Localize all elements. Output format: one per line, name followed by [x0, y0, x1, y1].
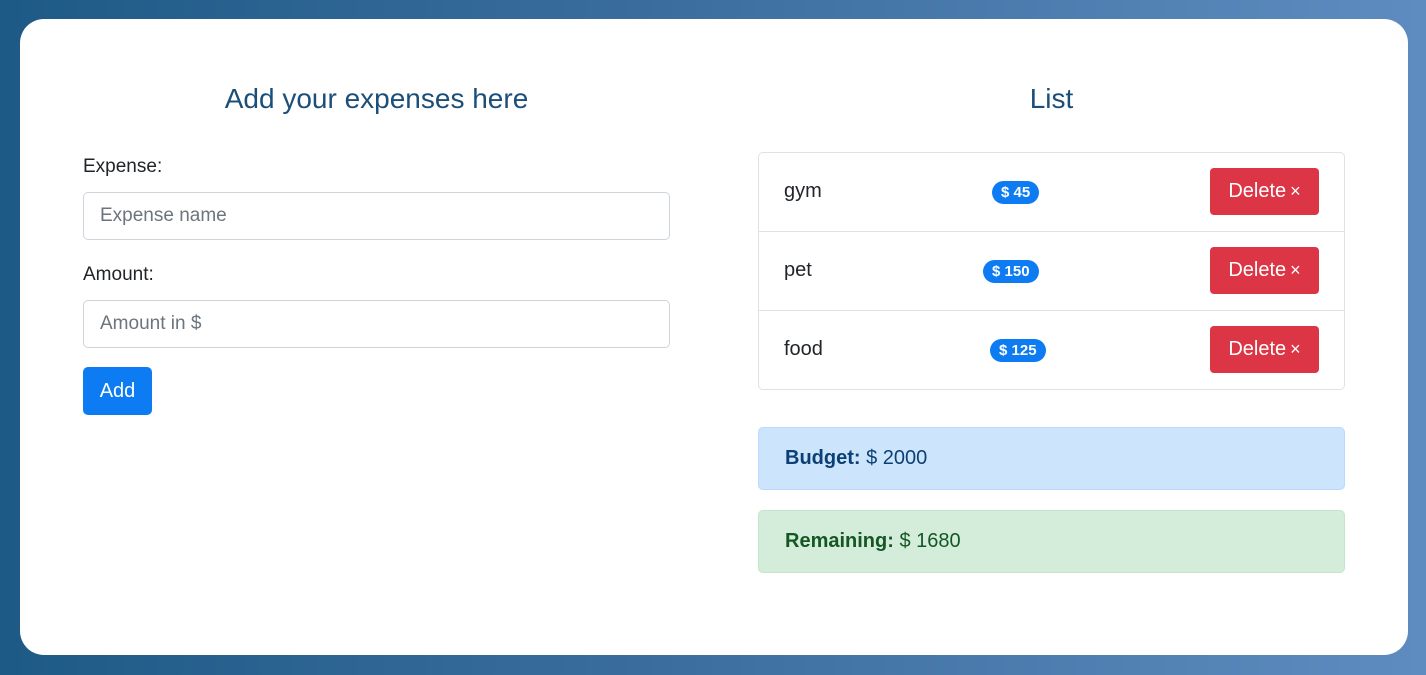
delete-label: Delete — [1228, 259, 1287, 281]
delete-button[interactable]: Delete × — [1210, 247, 1319, 294]
delete-button[interactable]: Delete × — [1210, 326, 1319, 373]
close-icon: × — [1290, 260, 1301, 280]
budget-label: Budget: — [785, 447, 861, 469]
list-item: food $ 125 Delete × — [759, 311, 1344, 389]
list-title: List — [1029, 83, 1074, 114]
budget-value: $ 2000 — [866, 447, 928, 469]
list-item: pet $ 150 Delete × — [759, 232, 1344, 311]
amount-badge: $ 45 — [992, 181, 1040, 204]
close-icon: × — [1290, 339, 1301, 359]
remaining-alert: Remaining: $ 1680 — [758, 510, 1345, 573]
form-title: Add your expenses here — [224, 83, 529, 114]
remaining-label: Remaining: — [785, 530, 894, 552]
delete-label: Delete — [1228, 338, 1287, 360]
amount-label: Amount: — [83, 264, 154, 285]
add-button[interactable]: Add — [83, 367, 152, 415]
delete-button[interactable]: Delete × — [1210, 168, 1319, 215]
item-name: gym — [784, 180, 822, 202]
remaining-value: $ 1680 — [899, 530, 961, 552]
list-item: gym $ 45 Delete × — [759, 153, 1344, 232]
amount-badge: $ 150 — [983, 260, 1039, 283]
amount-badge: $ 125 — [990, 339, 1046, 362]
expense-list: gym $ 45 Delete × pet $ 150 Delete × food … — [758, 152, 1345, 390]
expense-name-input[interactable] — [83, 192, 670, 240]
expense-card: Add your expenses here Expense: Amount: … — [20, 19, 1408, 655]
budget-alert: Budget: $ 2000 — [758, 427, 1345, 490]
item-name: food — [784, 338, 823, 360]
item-name: pet — [784, 259, 812, 281]
close-icon: × — [1290, 181, 1301, 201]
amount-input[interactable] — [83, 300, 670, 348]
expense-label: Expense: — [83, 156, 163, 177]
delete-label: Delete — [1228, 180, 1287, 202]
